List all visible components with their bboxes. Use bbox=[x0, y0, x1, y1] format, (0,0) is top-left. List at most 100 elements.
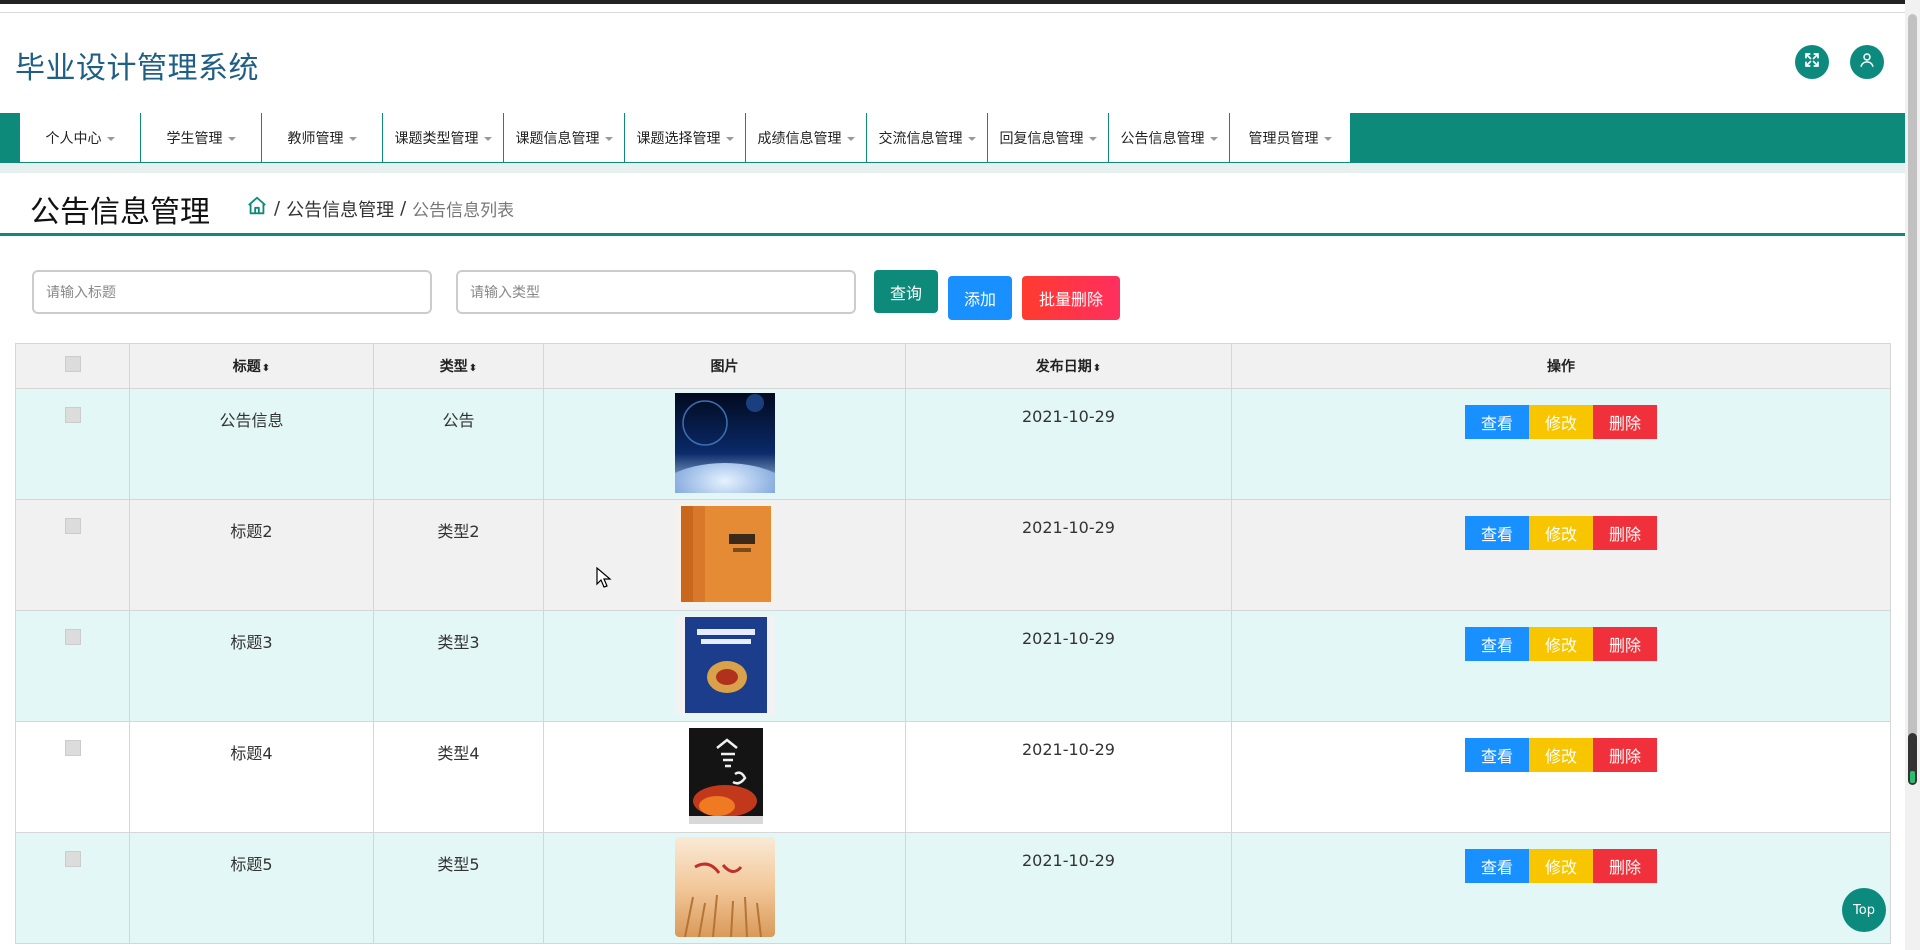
row-select-cell bbox=[15, 610, 130, 722]
query-button[interactable]: 查询 bbox=[874, 270, 938, 313]
row-date: 2021-10-29 bbox=[905, 832, 1232, 944]
back-to-top-button[interactable]: Top bbox=[1842, 888, 1886, 932]
nav-item-grades[interactable]: 成绩信息管理 bbox=[746, 113, 867, 162]
table-row: 标题5 类型5 2021-10-29 查看 修改 删除 bbox=[15, 832, 1891, 944]
caret-down-icon bbox=[348, 136, 357, 141]
breadcrumb-level1[interactable]: 公告信息管理 bbox=[286, 196, 394, 222]
actions-column-header: 操作 bbox=[1231, 343, 1891, 389]
page-scrollbar[interactable] bbox=[1905, 0, 1920, 950]
nav-item-communication[interactable]: 交流信息管理 bbox=[867, 113, 988, 162]
row-type: 类型5 bbox=[373, 832, 544, 944]
row-date: 2021-10-29 bbox=[905, 388, 1232, 500]
app-title: 毕业设计管理系统 bbox=[15, 51, 259, 86]
row-image-cell bbox=[543, 610, 906, 722]
breadcrumb-current: 公告信息列表 bbox=[412, 201, 515, 221]
nav-item-personal[interactable]: 个人中心 bbox=[20, 113, 141, 162]
type-column-header[interactable]: 类型⬍ bbox=[373, 343, 544, 389]
caret-down-icon bbox=[967, 136, 976, 141]
fullscreen-button[interactable] bbox=[1795, 45, 1829, 79]
nav-subbar bbox=[0, 163, 1905, 173]
table-row: 公告信息 公告 2021-10-29 查看 修改 删除 bbox=[15, 388, 1891, 553]
row-type: 类型3 bbox=[373, 610, 544, 722]
row-select-cell bbox=[15, 721, 130, 833]
title-column-header[interactable]: 标题⬍ bbox=[129, 343, 374, 389]
delete-button[interactable]: 删除 bbox=[1593, 627, 1657, 661]
row-actions: 查看 修改 删除 bbox=[1231, 832, 1891, 944]
nav-item-announcements[interactable]: 公告信息管理 bbox=[1109, 113, 1230, 162]
row-image-cell bbox=[543, 499, 906, 611]
row-type: 公告 bbox=[373, 388, 544, 500]
view-button[interactable]: 查看 bbox=[1465, 738, 1529, 772]
row-checkbox[interactable] bbox=[64, 518, 81, 534]
edit-button[interactable]: 修改 bbox=[1529, 516, 1593, 550]
nav-item-teachers[interactable]: 教师管理 bbox=[262, 113, 383, 162]
wheat-field-picture[interactable] bbox=[674, 837, 775, 938]
delete-button[interactable]: 删除 bbox=[1593, 405, 1657, 439]
orange-book-picture[interactable] bbox=[674, 504, 775, 604]
nav-item-topic-selection[interactable]: 课题选择管理 bbox=[625, 113, 746, 162]
caret-down-icon bbox=[846, 136, 855, 141]
row-select-cell bbox=[15, 832, 130, 944]
user-menu-button[interactable] bbox=[1850, 45, 1884, 79]
row-select-cell bbox=[15, 388, 130, 500]
batch-delete-button[interactable]: 批量删除 bbox=[1022, 276, 1120, 320]
nav-item-admins[interactable]: 管理员管理 bbox=[1230, 113, 1351, 162]
nav-item-replies[interactable]: 回复信息管理 bbox=[988, 113, 1109, 162]
nav-item-students[interactable]: 学生管理 bbox=[141, 113, 262, 162]
caret-down-icon bbox=[725, 136, 734, 141]
space-planet-picture[interactable] bbox=[644, 393, 805, 553]
nav-item-topic-types[interactable]: 课题类型管理 bbox=[383, 113, 504, 162]
page-header: 公告信息管理 / 公告信息管理 / 公告信息列表 bbox=[0, 173, 1905, 236]
edit-button[interactable]: 修改 bbox=[1529, 738, 1593, 772]
caret-down-icon bbox=[227, 136, 236, 141]
row-select-cell bbox=[15, 499, 130, 611]
type-search-input[interactable]: 请输入类型 bbox=[456, 270, 856, 314]
row-checkbox[interactable] bbox=[64, 629, 81, 645]
scrollbar-handle[interactable] bbox=[1908, 733, 1917, 785]
type-search-placeholder: 请输入类型 bbox=[470, 285, 540, 301]
breadcrumb-separator: / bbox=[274, 198, 281, 219]
table-row: 标题2 类型2 2021-10-29 查看 修改 删除 bbox=[15, 499, 1891, 611]
home-icon[interactable] bbox=[246, 195, 268, 222]
row-checkbox[interactable] bbox=[64, 740, 81, 756]
row-title: 标题2 bbox=[129, 499, 374, 611]
row-image-cell bbox=[543, 388, 906, 553]
edit-button[interactable]: 修改 bbox=[1529, 849, 1593, 883]
view-button[interactable]: 查看 bbox=[1465, 405, 1529, 439]
date-column-header[interactable]: 发布日期⬍ bbox=[905, 343, 1232, 389]
view-button[interactable]: 查看 bbox=[1465, 849, 1529, 883]
announcement-table: 标题⬍ 类型⬍ 图片 发布日期⬍ 操作 公告信息 公告 2021-10-29 查… bbox=[15, 343, 1891, 944]
delete-button[interactable]: 删除 bbox=[1593, 849, 1657, 883]
app-header: 毕业设计管理系统 bbox=[0, 13, 1905, 113]
title-search-input[interactable]: 请输入标题 bbox=[32, 270, 432, 314]
black-book-picture[interactable] bbox=[674, 726, 775, 826]
row-date: 2021-10-29 bbox=[905, 610, 1232, 722]
scroll-indicator bbox=[1910, 771, 1915, 783]
caret-down-icon bbox=[1209, 136, 1218, 141]
add-button[interactable]: 添加 bbox=[948, 276, 1012, 320]
row-title: 公告信息 bbox=[129, 388, 374, 500]
row-image-cell bbox=[543, 721, 906, 833]
view-button[interactable]: 查看 bbox=[1465, 627, 1529, 661]
delete-button[interactable]: 删除 bbox=[1593, 738, 1657, 772]
view-button[interactable]: 查看 bbox=[1465, 516, 1529, 550]
row-checkbox[interactable] bbox=[64, 851, 81, 867]
caret-down-icon bbox=[1323, 136, 1332, 141]
row-type: 类型4 bbox=[373, 721, 544, 833]
caret-down-icon bbox=[483, 136, 492, 141]
page-title: 公告信息管理 bbox=[30, 195, 210, 230]
row-checkbox[interactable] bbox=[64, 407, 81, 423]
row-title: 标题4 bbox=[129, 721, 374, 833]
select-all-checkbox[interactable] bbox=[64, 356, 81, 372]
window-top-border bbox=[0, 0, 1920, 4]
row-title: 标题3 bbox=[129, 610, 374, 722]
scrollbar-track-thumb[interactable] bbox=[1908, 14, 1917, 784]
sort-icon: ⬍ bbox=[1092, 363, 1102, 374]
row-actions: 查看 修改 删除 bbox=[1231, 721, 1891, 833]
edit-button[interactable]: 修改 bbox=[1529, 405, 1593, 439]
edit-button[interactable]: 修改 bbox=[1529, 627, 1593, 661]
sort-icon: ⬍ bbox=[261, 363, 271, 374]
blue-book-picture[interactable] bbox=[674, 615, 775, 715]
nav-item-topic-info[interactable]: 课题信息管理 bbox=[504, 113, 625, 162]
delete-button[interactable]: 删除 bbox=[1593, 516, 1657, 550]
